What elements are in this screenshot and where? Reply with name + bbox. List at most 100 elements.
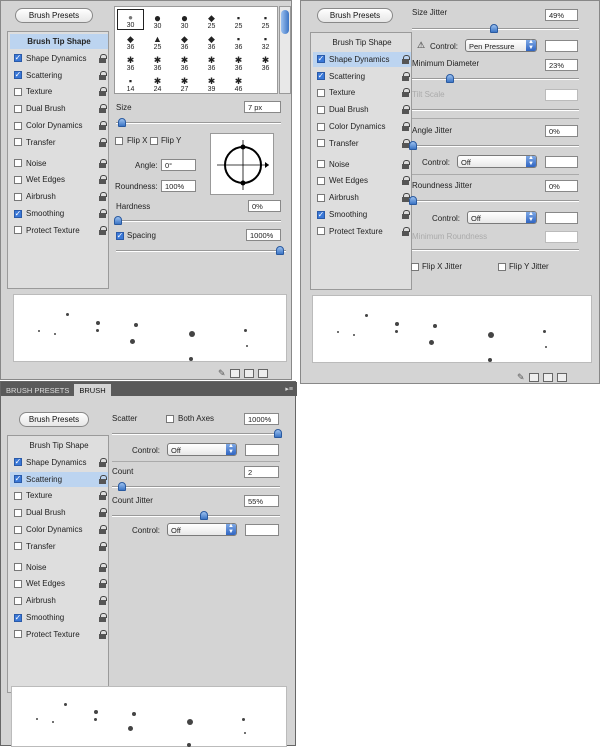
hardness-field[interactable]: 0% [248,200,281,212]
option-checkbox[interactable]: ✓ [317,55,325,64]
lock-icon[interactable] [99,579,107,589]
spacing-slider-thumb[interactable] [276,246,284,255]
roundness-jitter-thumb[interactable] [409,196,417,205]
lock-icon[interactable] [99,457,107,467]
tab-brush[interactable]: BRUSH [74,384,111,396]
option-checkbox[interactable]: ✓ [14,71,22,80]
option-item[interactable]: Noise [313,157,411,172]
brush-tip-cell[interactable]: ▪ 14 [117,72,144,93]
brush-tip-cell[interactable]: ● 30 [144,9,171,30]
count-jitter-thumb[interactable] [200,511,208,520]
tab-brush-presets[interactable]: BRUSH PRESETS [1,384,74,396]
size-slider[interactable] [116,118,281,128]
option-checkbox[interactable] [14,491,22,500]
size-field[interactable]: 7 px [244,101,281,113]
lock-icon[interactable] [99,491,107,501]
option-item[interactable]: ✓ Scattering [10,68,108,83]
new-brush-icon[interactable] [556,373,567,382]
lock-icon[interactable] [99,70,107,80]
brush-tip-cell[interactable]: ✱ 39 [198,72,225,94]
option-item[interactable]: Texture [313,85,411,100]
control-value-field-1[interactable] [245,444,279,456]
lock-icon[interactable] [402,88,410,98]
option-item[interactable]: Texture [10,84,108,99]
option-checkbox[interactable] [14,630,22,639]
option-checkbox[interactable] [317,227,325,236]
option-item[interactable]: Protect Texture [10,223,108,238]
option-checkbox[interactable] [317,139,325,148]
option-item[interactable]: Transfer [313,136,411,151]
brush-tip-cell[interactable]: ✱ 24 [144,72,171,94]
min-diameter-field[interactable]: 23% [545,59,578,71]
flip-x-checkbox[interactable] [115,137,123,145]
size-slider-thumb[interactable] [118,118,126,127]
brush-presets-button[interactable]: Brush Presets [15,8,93,23]
control-value-field-3[interactable] [545,212,578,224]
control-select-1[interactable]: Pen Pressure ▲ ▼ [465,39,537,52]
lock-icon[interactable] [402,159,410,169]
lock-icon[interactable] [99,225,107,235]
lock-icon[interactable] [99,87,107,97]
option-checkbox[interactable] [14,525,22,534]
option-checkbox[interactable] [317,176,325,185]
lock-icon[interactable] [99,53,107,63]
brush-presets-button[interactable]: Brush Presets [317,8,393,23]
option-checkbox[interactable]: ✓ [317,210,325,219]
option-checkbox[interactable] [14,542,22,551]
lock-icon[interactable] [99,629,107,639]
count-jitter-slider[interactable] [112,511,280,521]
angle-jitter-slider[interactable] [409,141,579,151]
option-checkbox[interactable]: ✓ [14,458,22,467]
option-item[interactable]: Color Dynamics [10,522,108,537]
option-checkbox[interactable]: ✓ [14,54,22,63]
option-checkbox[interactable] [14,159,22,168]
option-checkbox[interactable] [14,138,22,147]
lock-icon[interactable] [99,104,107,114]
both-axes-checkbox[interactable] [166,415,174,423]
lock-icon[interactable] [402,138,410,148]
option-checkbox[interactable] [317,122,325,131]
count-field[interactable]: 2 [244,466,279,478]
option-item[interactable]: Wet Edges [10,172,108,187]
roundness-field[interactable]: 100% [161,180,196,192]
option-item[interactable]: Noise [10,560,108,575]
option-checkbox[interactable] [14,563,22,572]
option-item[interactable]: Airbrush [10,189,108,204]
option-item[interactable]: Protect Texture [10,627,108,642]
option-item[interactable]: Dual Brush [10,505,108,520]
angle-jitter-field[interactable]: 0% [545,125,578,137]
lock-icon[interactable] [99,175,107,185]
toggle-live-tip-icon[interactable]: ✎ [218,368,226,379]
flip-y-checkbox[interactable] [150,137,158,145]
option-item[interactable]: Transfer [10,135,108,150]
lock-icon[interactable] [402,226,410,236]
count-jitter-field[interactable]: 55% [244,495,279,507]
angle-field[interactable]: 0° [161,159,196,171]
brush-tip-cell[interactable]: ✱ 27 [171,72,198,94]
lock-icon[interactable] [99,508,107,518]
option-checkbox[interactable] [317,160,325,169]
scatter-slider[interactable] [112,429,282,439]
lock-icon[interactable] [402,210,410,219]
lock-icon[interactable] [99,158,107,168]
option-checkbox[interactable] [317,193,325,202]
size-jitter-thumb[interactable] [490,24,498,33]
brush-tip-cell[interactable]: ● 30 [117,9,144,30]
option-checkbox[interactable] [14,87,22,96]
min-diameter-slider[interactable] [412,74,579,84]
option-item[interactable]: Brush Tip Shape [10,438,108,453]
brush-tip-cell[interactable]: ◆ 36 [171,30,198,52]
option-checkbox[interactable]: ✓ [14,209,22,218]
option-item[interactable]: Dual Brush [10,101,108,116]
control-value-field-2[interactable] [545,156,578,168]
brush-tip-cell[interactable]: ▪ 25 [225,9,252,30]
option-item[interactable]: Color Dynamics [313,119,411,134]
option-checkbox[interactable] [14,175,22,184]
control-select-2[interactable]: Off ▲ ▼ [457,155,537,168]
angle-jitter-thumb[interactable] [409,141,417,150]
option-checkbox[interactable] [317,105,325,114]
lock-icon[interactable] [402,54,410,64]
new-brush-icon[interactable] [257,369,268,378]
option-checkbox[interactable] [14,508,22,517]
scroll-thumb[interactable] [281,10,289,34]
